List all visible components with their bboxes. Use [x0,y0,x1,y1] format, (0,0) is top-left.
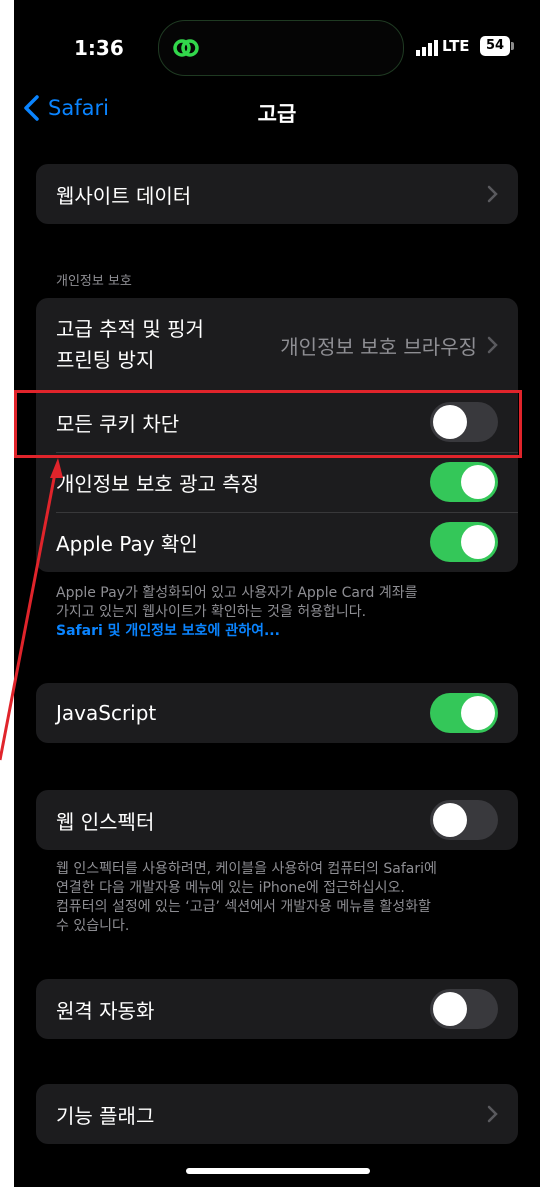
tracking-label-line2: 프린팅 방지 [56,348,155,372]
link-loop-icon [171,33,201,63]
web-inspector-footer-line3: 컴퓨터의 설정에 있는 ‘고급’ 섹션에서 개발자용 메뉴를 활성화할 [56,899,431,915]
web-inspector-group: 웹 인스펙터 [36,790,518,850]
toggle-knob [461,525,495,559]
web-inspector-label: 웹 인스펙터 [56,809,155,834]
web-inspector-footer-line4: 수 있습니다. [56,918,130,934]
feature-flags-row[interactable]: 기능 플래그 [36,1084,518,1144]
apple-pay-footer-line1: Apple Pay가 활성화되어 있고 사용자가 Apple Card 계좌를 [56,585,418,601]
apple-pay-toggle[interactable] [430,522,498,562]
web-inspector-toggle[interactable] [430,800,498,840]
battery-icon: 54 [480,36,510,56]
toggle-knob [461,465,495,499]
network-type: LTE [442,37,470,55]
web-inspector-footer-line1: 웹 인스펙터를 사용하려면, 케이블을 사용하여 컴퓨터의 Safari에 [56,861,437,877]
javascript-toggle[interactable] [430,693,498,733]
tracking-label-line1: 고급 추적 및 핑거 [56,317,204,341]
battery-nub [511,42,514,50]
javascript-label: JavaScript [56,701,157,725]
website-data-group: 웹사이트 데이터 [36,164,518,224]
web-inspector-row: 웹 인스펙터 [36,790,518,850]
web-inspector-footer: 웹 인스펙터를 사용하려면, 케이블을 사용하여 컴퓨터의 Safari에 연결… [56,860,506,936]
privacy-info-link[interactable]: Safari 및 개인정보 보호에 관하여... [56,622,506,641]
javascript-group: JavaScript [36,683,518,743]
toggle-knob [433,803,467,837]
website-data-row[interactable]: 웹사이트 데이터 [36,164,518,224]
privacy-section-header: 개인정보 보호 [56,274,132,289]
chevron-right-icon [487,336,498,354]
phone-screen: 1:36 LTE 54 Safari 고급 웹사이트 데이터 개인정보 보호 고… [14,0,540,1187]
apple-pay-footer: Apple Pay가 활성화되어 있고 사용자가 Apple Card 계좌를 … [56,584,506,641]
dynamic-island[interactable] [158,20,404,76]
apple-pay-footer-line2: 가지고 있는지 웹사이트가 확인하는 것을 허용합니다. [56,604,367,620]
apple-pay-label: Apple Pay 확인 [56,531,198,556]
home-indicator[interactable] [186,1168,370,1174]
chevron-right-icon [487,1105,498,1123]
remote-automation-row: 원격 자동화 [36,979,518,1039]
remote-automation-toggle[interactable] [430,989,498,1029]
ad-measurement-label: 개인정보 보호 광고 측정 [56,471,260,496]
javascript-row: JavaScript [36,683,518,743]
tracking-protection-row[interactable]: 고급 추적 및 핑거 프린팅 방지 개인정보 보호 브라우징 [36,298,518,392]
remote-automation-label: 원격 자동화 [56,998,155,1023]
toggle-knob [433,992,467,1026]
remote-automation-group: 원격 자동화 [36,979,518,1039]
annotation-highlight-box [14,390,522,458]
tracking-protection-label: 고급 추적 및 핑거 프린팅 방지 [56,314,280,376]
website-data-label: 웹사이트 데이터 [56,183,192,208]
feature-flags-group: 기능 플래그 [36,1084,518,1144]
tracking-protection-value: 개인정보 보호 브라우징 [280,334,477,359]
page-title: 고급 [257,102,297,126]
feature-flags-label: 기능 플래그 [56,1103,155,1128]
ad-measurement-toggle[interactable] [430,462,498,502]
toggle-knob [461,696,495,730]
apple-pay-row: Apple Pay 확인 [36,512,518,572]
signal-icon [416,40,438,56]
status-time: 1:36 [74,36,124,60]
chevron-right-icon [487,185,498,203]
ad-measurement-row: 개인정보 보호 광고 측정 [36,452,518,512]
web-inspector-footer-line2: 연결한 다음 개발자용 메뉴에 있는 iPhone에 접근하십시오. [56,880,405,896]
